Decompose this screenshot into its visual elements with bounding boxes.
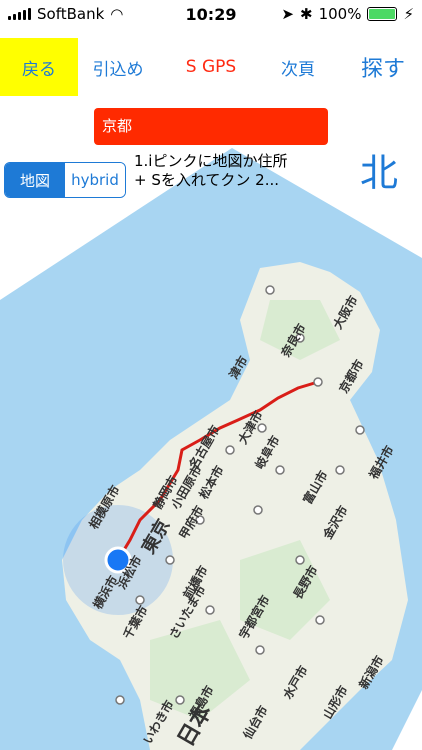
map-label: 福島市: [185, 683, 216, 723]
map-label: 京都市: [336, 357, 367, 396]
search-button[interactable]: 探す: [348, 38, 418, 96]
location-arrow-icon: ➤: [281, 5, 294, 23]
next-page-button[interactable]: 次頁: [266, 38, 330, 96]
instruction-text: 1.iピンクに地図か住所 + Sを入れてクン 2...: [134, 152, 288, 189]
battery-icon: [367, 7, 398, 21]
route-line: [116, 380, 319, 561]
place-name-field[interactable]: 京都: [94, 108, 328, 145]
map-label: 相模原市: [86, 482, 123, 531]
map-label: 宇都宮市: [236, 592, 273, 641]
map-label: 長野市: [290, 563, 321, 602]
bluetooth-icon: ✱: [299, 5, 313, 23]
map-label: 水戸市: [280, 663, 311, 702]
map-label: 名古屋市: [186, 422, 223, 471]
map-label: 浜松市: [114, 553, 145, 592]
battery-percent: 100%: [318, 5, 362, 23]
map-label: 奈良市: [277, 321, 308, 361]
map-label: 日本: [174, 700, 218, 750]
map-label: 松本市: [196, 463, 227, 502]
map-label: 静岡市: [150, 473, 181, 512]
charging-icon: ⚡: [403, 5, 414, 23]
map-label: 福井市: [365, 443, 396, 483]
map-label: 富山市: [300, 468, 331, 507]
map-label: 大阪市: [330, 293, 361, 332]
sgps-button[interactable]: S GPS: [168, 38, 254, 96]
map-label: いわき市: [140, 697, 177, 746]
pull-in-button[interactable]: 引込め: [80, 38, 156, 96]
map-label: 新潟市: [356, 653, 387, 692]
map-label: 岐阜市: [252, 433, 283, 472]
land-mass: [62, 262, 408, 750]
map-mode-map[interactable]: 地図: [5, 163, 65, 197]
location-dot: [104, 546, 132, 574]
status-bar: SoftBank ◠ 10:29 ➤ ✱ 100% ⚡: [0, 0, 422, 30]
map-label: さいたま市: [166, 582, 209, 641]
map-label: 大津市: [235, 408, 266, 447]
map-label: 東京: [137, 515, 174, 557]
map-label: 甲府市: [176, 503, 207, 542]
map-label: 前橋市: [180, 563, 211, 602]
toolbar: 戻る 引込め S GPS 次頁 探す: [0, 38, 422, 96]
map-label: 津市: [226, 353, 251, 381]
compass-north-label[interactable]: 北: [360, 142, 398, 197]
map-label: 横浜市: [90, 573, 121, 612]
map-label: 小田原市: [168, 462, 205, 511]
map-label: 千葉市: [120, 603, 151, 642]
map-label: 金沢市: [319, 503, 350, 543]
map-label: 仙台市: [240, 703, 271, 742]
back-button[interactable]: 戻る: [0, 38, 78, 96]
map-label: 山形市: [320, 683, 351, 722]
map-mode-hybrid[interactable]: hybrid: [65, 163, 125, 197]
map-mode-segmented-control[interactable]: 地図 hybrid: [4, 162, 126, 198]
